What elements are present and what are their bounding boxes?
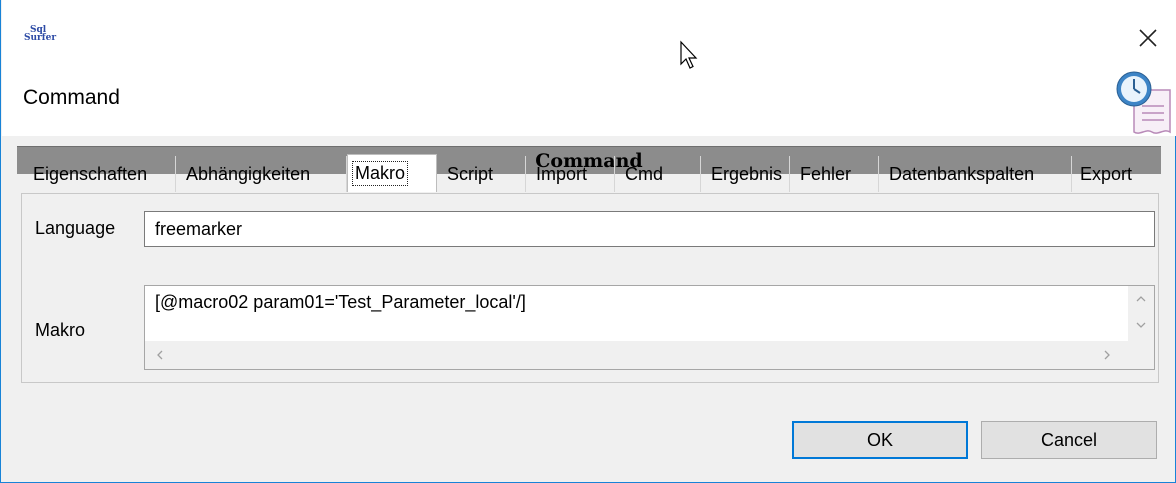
tab-label: Makro (351, 161, 409, 186)
scroll-right-icon[interactable] (1100, 348, 1114, 362)
tab-script[interactable]: Script (437, 156, 526, 192)
tab-datenbankspalten[interactable]: Datenbankspalten (879, 156, 1072, 192)
scroll-up-icon[interactable] (1134, 292, 1148, 306)
makro-text: [@macro02 param01='Test_Parameter_local'… (155, 292, 526, 312)
language-label: Language (35, 218, 116, 238)
tab-fehler[interactable]: Fehler (790, 156, 879, 192)
ok-button[interactable]: OK (792, 421, 968, 459)
scrollbar-corner (1128, 341, 1154, 369)
tab-label: Eigenschaften (33, 163, 148, 184)
tab-label: Abhängigkeiten (186, 163, 311, 184)
tab-export[interactable]: Export (1072, 156, 1156, 192)
tab-label: Import (536, 163, 588, 184)
tab-label: Datenbankspalten (889, 163, 1035, 184)
language-input[interactable]: freemarker (144, 211, 1155, 247)
app-logo-line2: Surfer (24, 33, 57, 43)
cancel-button-label: Cancel (1040, 429, 1098, 450)
clock-document-icon (1112, 70, 1176, 136)
dialog-window: Sql Surfer Command Command Eigenschaften… (0, 0, 1176, 483)
vertical-scrollbar[interactable] (1128, 286, 1154, 342)
tab-cmd[interactable]: Cmd (615, 156, 701, 192)
makro-panel: Language freemarker Makro [@macro02 para… (21, 193, 1159, 383)
makro-textarea[interactable]: [@macro02 param01='Test_Parameter_local'… (144, 285, 1155, 370)
language-value: freemarker (155, 218, 243, 239)
tab-label: Ergebnis (711, 163, 783, 184)
tab-label: Script (447, 163, 494, 184)
close-icon (1139, 29, 1157, 47)
scroll-down-icon[interactable] (1134, 318, 1148, 332)
tab-import[interactable]: Import (526, 156, 615, 192)
tab-label: Fehler (800, 163, 852, 184)
tab-abhaengigkeiten[interactable]: Abhängigkeiten (176, 156, 347, 192)
mouse-pointer-icon (679, 40, 703, 72)
tab-label: Export (1080, 163, 1133, 184)
horizontal-scrollbar[interactable] (145, 341, 1129, 369)
scroll-left-icon[interactable] (153, 348, 167, 362)
title-bar: Sql Surfer Command (2, 0, 1176, 136)
tab-eigenschaften[interactable]: Eigenschaften (23, 156, 176, 192)
tab-makro[interactable]: Makro (347, 154, 437, 192)
close-button[interactable] (1128, 20, 1168, 56)
tab-label: Cmd (625, 163, 664, 184)
dialog-title: Command (23, 86, 120, 109)
app-logo: Sql Surfer (24, 26, 57, 50)
tab-ergebnis[interactable]: Ergebnis (701, 156, 790, 192)
ok-button-label: OK (866, 429, 893, 450)
makro-label: Makro (35, 320, 86, 340)
cancel-button[interactable]: Cancel (981, 421, 1157, 459)
